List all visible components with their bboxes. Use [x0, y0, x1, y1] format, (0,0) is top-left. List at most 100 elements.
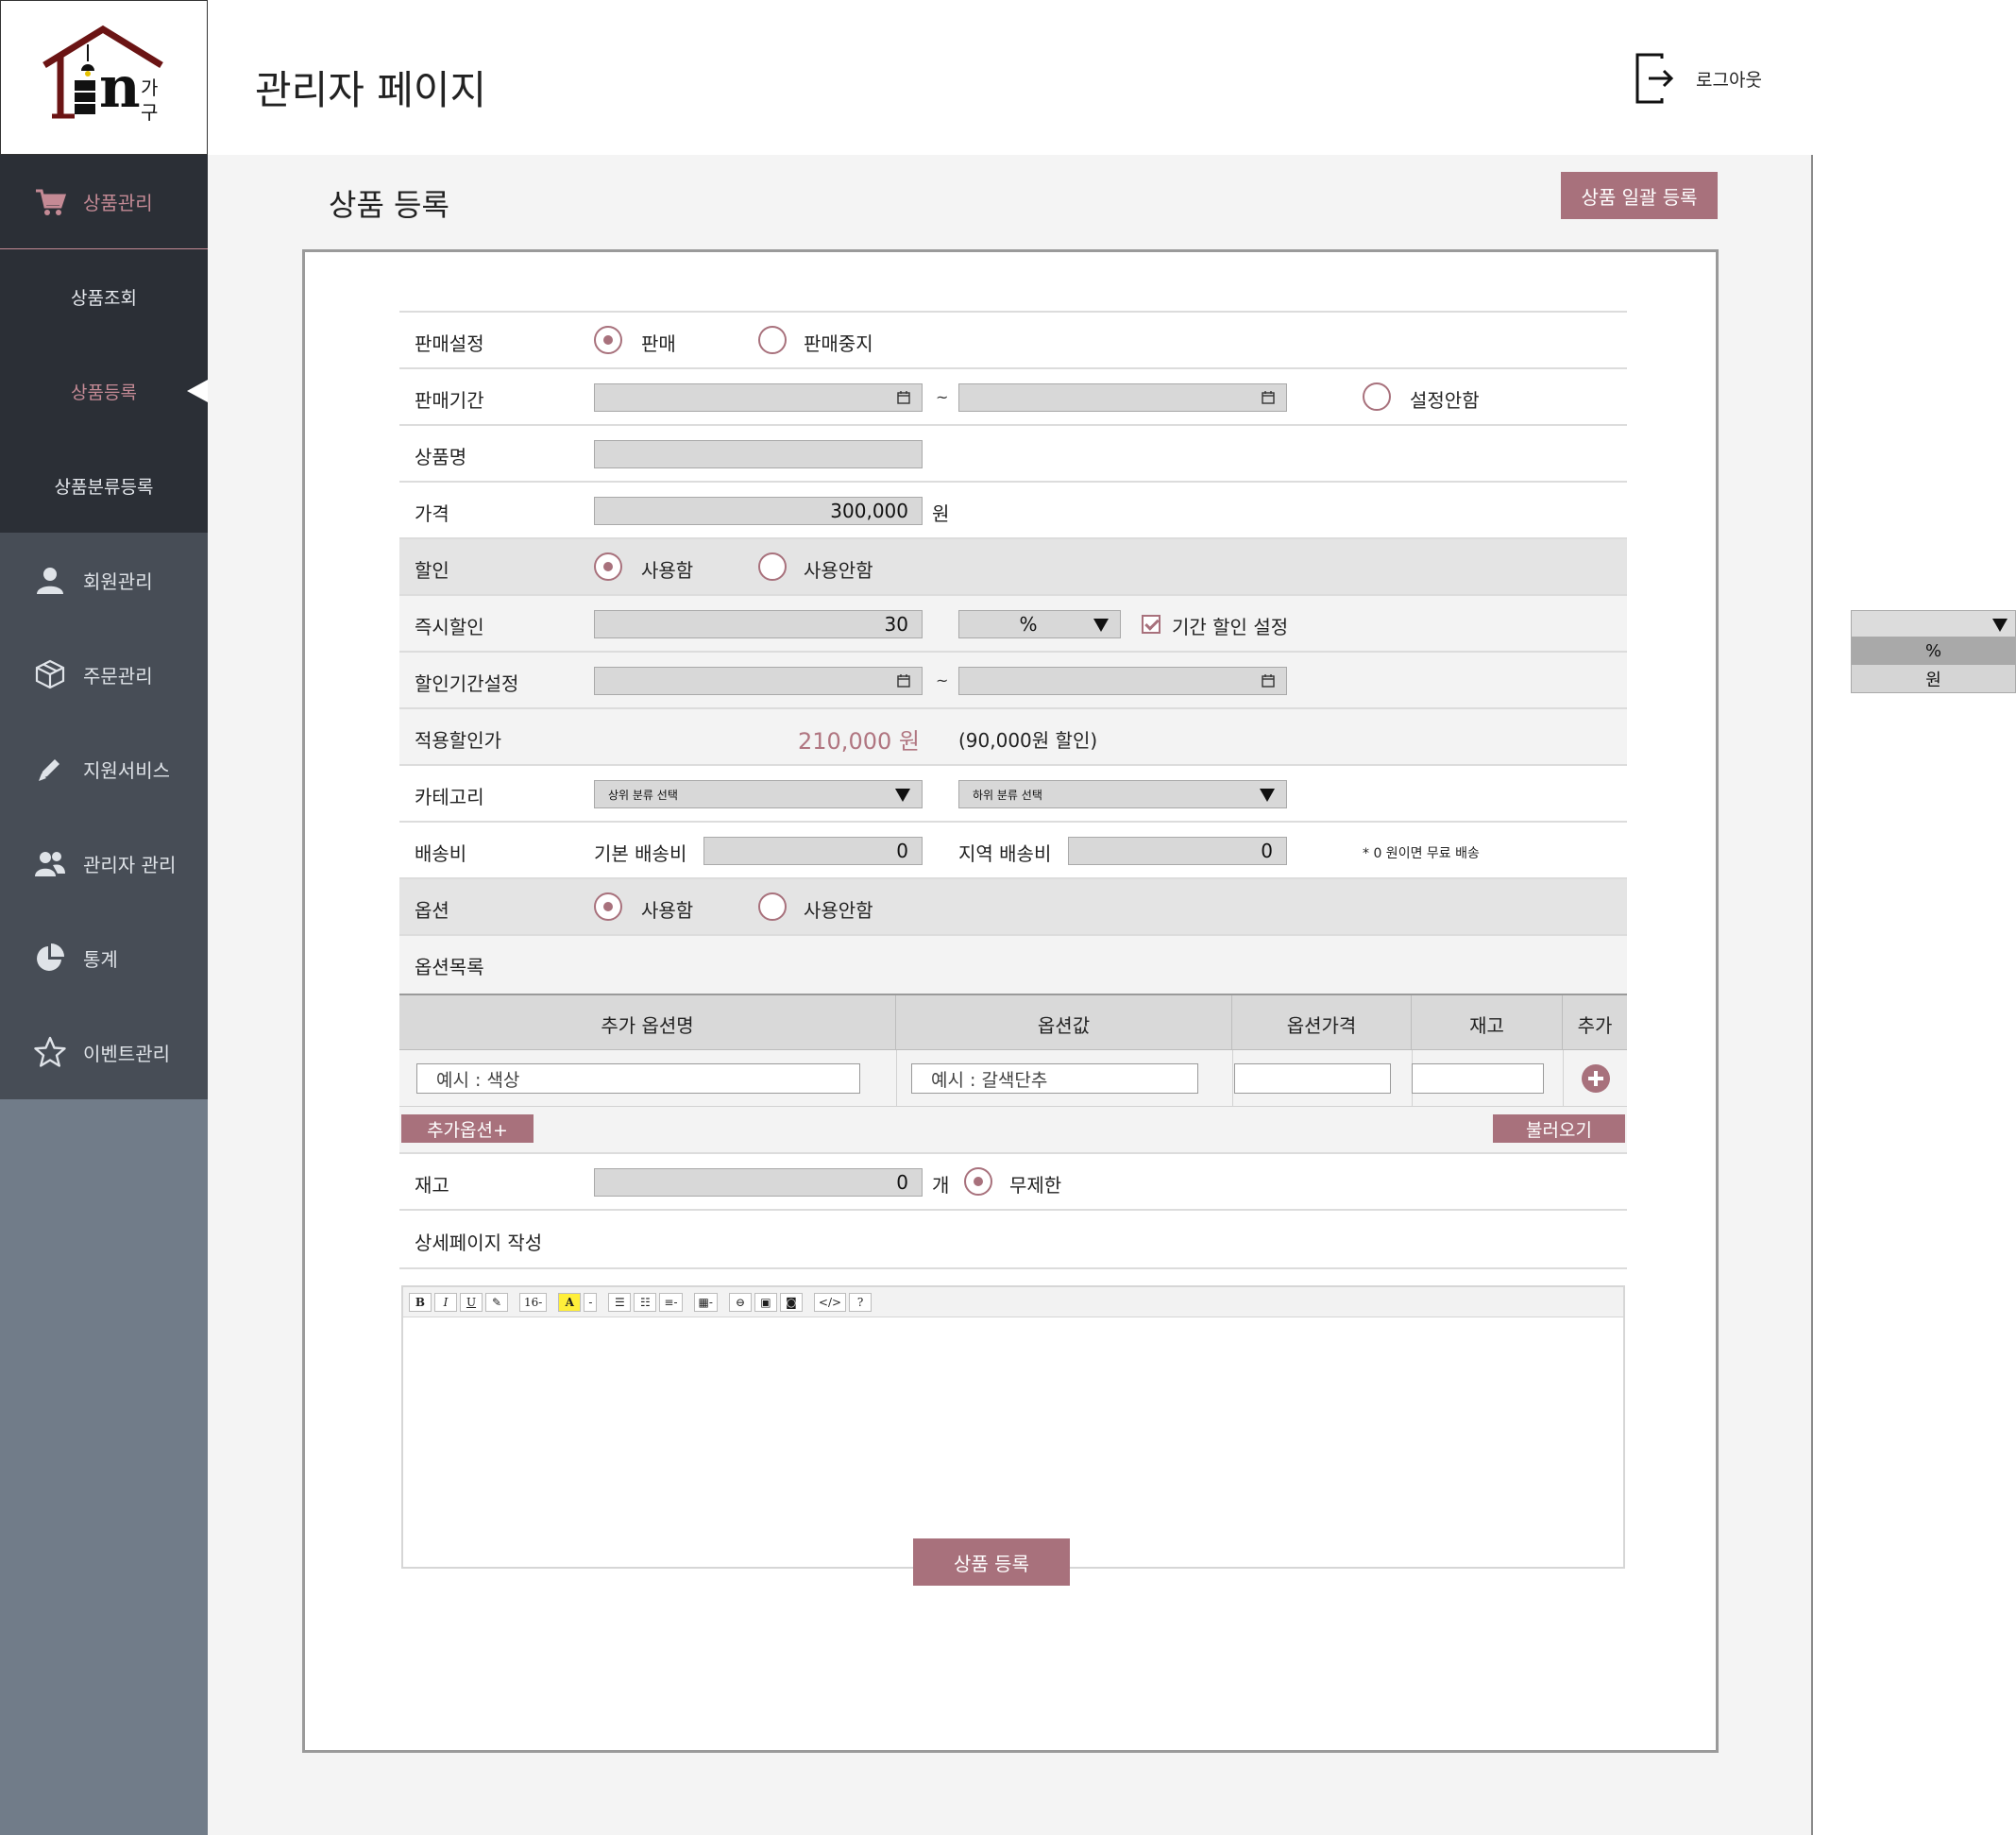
option-table-divider	[1563, 1050, 1564, 1107]
discount-period-start-field[interactable]	[594, 667, 923, 695]
content-title: 상품 등록	[329, 187, 449, 223]
users-icon	[34, 847, 66, 879]
lower-category-select[interactable]: 하위 분류 선택	[958, 780, 1287, 808]
label-sale-setting: 판매설정	[415, 332, 484, 355]
price-unit: 원	[932, 502, 950, 525]
row-price: 가격 300,000 원	[399, 483, 1627, 539]
price-input[interactable]: 300,000	[594, 497, 923, 525]
sale-period-end-field[interactable]	[958, 383, 1287, 412]
radio-discount-off[interactable]	[758, 552, 787, 581]
sidebar-sub-item-product-list[interactable]: 상품조회	[0, 249, 208, 344]
logout-label: 로그아웃	[1696, 69, 1762, 91]
label-option: 옵션	[415, 899, 449, 922]
period-discount-checkbox[interactable]	[1142, 615, 1160, 634]
discount-period-end-field[interactable]	[958, 667, 1287, 695]
font-color-button[interactable]: A	[558, 1292, 582, 1312]
sidebar: 상품관리 상품조회 상품등록 상품분류등록 회원관리 주문관리 지원서비스 관리…	[0, 155, 208, 1835]
bold-button[interactable]: B	[409, 1292, 432, 1312]
radio-discount-on[interactable]	[594, 552, 622, 581]
load-option-button[interactable]: 불러오기	[1493, 1114, 1625, 1143]
font-color-dropdown[interactable]: -	[584, 1292, 598, 1312]
video-icon[interactable]: ◙	[779, 1292, 803, 1312]
logout-button[interactable]: 로그아웃	[1634, 51, 1762, 106]
bulk-register-button[interactable]: 상품 일괄 등록	[1561, 172, 1718, 219]
instant-discount-input[interactable]: 30	[594, 610, 923, 638]
sidebar-product-group: 상품관리 상품조회 상품등록 상품분류등록	[0, 155, 208, 533]
numbered-list-icon[interactable]: ☷	[634, 1292, 657, 1312]
sidebar-sub-item-category-register[interactable]: 상품분류등록	[0, 438, 208, 533]
row-applied-price: 적용할인가 210,000 원 (90,000원 할인)	[399, 709, 1627, 766]
radio-option-on[interactable]	[594, 892, 622, 921]
add-option-row-icon[interactable]	[1582, 1064, 1610, 1093]
row-sale-period: 판매기간 ~ 설정안함	[399, 369, 1627, 426]
editor-toolbar: B I U ✎ 16- A - ☰ ☷ ≡- ▦- ⊖ ▣ ◙ </> ?	[403, 1287, 1623, 1317]
radio-sale-off[interactable]	[758, 326, 787, 354]
radio-sale-period-unset[interactable]	[1363, 382, 1391, 411]
radio-option-off[interactable]	[758, 892, 787, 921]
radio-discount-off-label: 사용안함	[804, 559, 873, 582]
upper-category-select[interactable]: 상위 분류 선택	[594, 780, 923, 808]
sale-period-start-field[interactable]	[594, 383, 923, 412]
sidebar-item-support[interactable]: 지원서비스	[0, 722, 208, 816]
sidebar-menu-group: 회원관리 주문관리 지원서비스 관리자 관리 통계 이벤트관리	[0, 533, 208, 1099]
sidebar-item-label: 관리자 관리	[83, 853, 177, 876]
product-form: 판매설정 판매 판매중지 판매기간 ~ 설정안함 상품명 가격 300,000 …	[302, 249, 1719, 1753]
sidebar-item-label: 지원서비스	[83, 758, 170, 782]
row-product-name: 상품명	[399, 426, 1627, 483]
radio-sale-on[interactable]	[594, 326, 622, 354]
option-name-input[interactable]: 예시 : 색상	[416, 1063, 860, 1094]
sidebar-item-label: 회원관리	[83, 569, 153, 593]
unit-option-won[interactable]: 원	[1852, 665, 2015, 692]
italic-button[interactable]: I	[434, 1292, 457, 1312]
submit-product-button[interactable]: 상품 등록	[913, 1538, 1070, 1586]
sidebar-item-event[interactable]: 이벤트관리	[0, 1005, 208, 1099]
sidebar-item-label: 주문관리	[83, 664, 153, 688]
align-icon[interactable]: ≡-	[659, 1292, 683, 1312]
label-category: 카테고리	[415, 786, 484, 808]
bullet-list-icon[interactable]: ☰	[608, 1292, 632, 1312]
unit-dropdown-header[interactable]	[1852, 611, 2015, 637]
row-category: 카테고리 상위 분류 선택 하위 분류 선택	[399, 766, 1627, 823]
discount-unit-select[interactable]: %	[958, 610, 1121, 638]
eraser-icon[interactable]: ✎	[485, 1292, 508, 1312]
basic-shipping-input[interactable]: 0	[703, 837, 923, 865]
radio-stock-unlimited[interactable]	[964, 1167, 992, 1196]
region-shipping-input[interactable]: 0	[1068, 837, 1287, 865]
add-option-button[interactable]: 추가옵션+	[401, 1114, 534, 1143]
sidebar-sub-item-product-register[interactable]: 상품등록	[0, 344, 208, 438]
option-value-input[interactable]: 예시 : 갈색단추	[911, 1063, 1198, 1094]
sidebar-sub-item-label: 상품분류등록	[54, 476, 154, 498]
sidebar-sub-item-label: 상품조회	[71, 287, 137, 309]
option-table-header-price: 옵션가격	[1232, 995, 1412, 1052]
detail-editor[interactable]: B I U ✎ 16- A - ☰ ☷ ≡- ▦- ⊖ ▣ ◙ </> ?	[401, 1285, 1625, 1569]
option-table-header-value: 옵션값	[896, 995, 1232, 1052]
label-discount-period: 할인기간설정	[415, 672, 519, 695]
product-name-input[interactable]	[594, 440, 923, 468]
sidebar-item-member[interactable]: 회원관리	[0, 533, 208, 627]
logo[interactable]: n 가 구	[0, 0, 208, 155]
period-discount-checkbox-label: 기간 할인 설정	[1172, 616, 1289, 638]
sidebar-item-product[interactable]: 상품관리	[0, 155, 208, 249]
user-icon	[34, 564, 66, 596]
stock-input[interactable]: 0	[594, 1168, 923, 1197]
font-size-select[interactable]: 16-	[519, 1292, 548, 1312]
image-icon[interactable]: ▣	[754, 1292, 777, 1312]
option-stock-input[interactable]	[1412, 1063, 1544, 1094]
table-icon[interactable]: ▦-	[693, 1292, 718, 1312]
unit-dropdown-popup[interactable]: % 원	[1851, 610, 2016, 693]
unit-option-percent[interactable]: %	[1852, 637, 2015, 665]
code-view-icon[interactable]: </>	[813, 1292, 847, 1312]
label-detail: 상세페이지 작성	[415, 1232, 543, 1254]
calendar-icon	[1262, 391, 1275, 404]
sidebar-item-statistics[interactable]: 통계	[0, 910, 208, 1005]
label-discount: 할인	[415, 559, 449, 582]
sale-period-tilde: ~	[936, 388, 949, 406]
row-sale-setting: 판매설정 판매 판매중지	[399, 313, 1627, 369]
underline-button[interactable]: U	[460, 1292, 483, 1312]
help-icon[interactable]: ?	[849, 1292, 872, 1312]
label-stock: 재고	[415, 1174, 449, 1197]
option-price-input[interactable]	[1234, 1063, 1391, 1094]
sidebar-item-order[interactable]: 주문관리	[0, 627, 208, 722]
link-icon[interactable]: ⊖	[728, 1292, 752, 1312]
sidebar-item-admin[interactable]: 관리자 관리	[0, 816, 208, 910]
